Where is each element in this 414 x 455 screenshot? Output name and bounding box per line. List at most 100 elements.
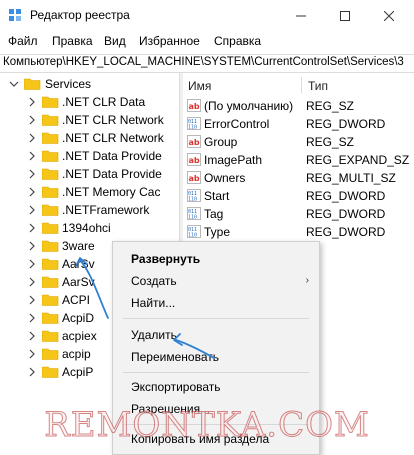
folder-icon	[42, 276, 59, 288]
tree-item[interactable]: .NET CLR Data	[0, 93, 178, 111]
string-value-icon: ab	[187, 153, 201, 166]
menu-bar: Файл Правка Вид Избранное Справка	[0, 31, 414, 51]
tree-item-label: AcpiD	[62, 311, 95, 325]
chevron-right-icon[interactable]	[27, 330, 37, 342]
chevron-right-icon[interactable]	[27, 204, 37, 216]
binary-value-icon: 011110	[187, 189, 201, 202]
menu-edit[interactable]: Правка	[52, 34, 93, 48]
tree-item-label: 3ware	[62, 239, 95, 253]
chevron-right-icon[interactable]	[27, 96, 37, 108]
chevron-right-icon[interactable]	[27, 132, 37, 144]
value-name: Group	[204, 135, 238, 149]
context-menu: Развернуть Создать › Найти... Удалить Пе…	[112, 241, 320, 455]
menu-file[interactable]: Файл	[8, 34, 38, 48]
svg-text:110: 110	[188, 215, 197, 221]
chevron-right-icon[interactable]	[27, 150, 37, 162]
tree-item[interactable]: .NET Memory Cac	[0, 183, 178, 201]
tree-item[interactable]: .NET CLR Network	[0, 129, 178, 147]
svg-text:110: 110	[188, 125, 197, 131]
chevron-right-icon[interactable]	[27, 186, 37, 198]
tree-item-label: 1394ohci	[62, 221, 111, 235]
context-menu-expand[interactable]: Развернуть	[131, 252, 200, 266]
tree-item[interactable]: .NET Data Provide	[0, 147, 178, 165]
context-menu-find[interactable]: Найти...	[131, 296, 175, 310]
column-header-type[interactable]: Тип	[308, 79, 328, 93]
table-row[interactable]: ab (По умолчанию) REG_SZ	[183, 97, 414, 115]
registry-editor-app-icon	[9, 9, 21, 21]
value-type: REG_DWORD	[306, 117, 386, 131]
value-name: Type	[204, 225, 231, 239]
column-divider[interactable]	[301, 77, 302, 93]
folder-icon	[42, 204, 59, 216]
close-button[interactable]	[366, 0, 412, 30]
chevron-right-icon[interactable]	[27, 222, 37, 234]
tree-item-label: .NET CLR Network	[62, 113, 164, 127]
value-name: (По умолчанию)	[204, 99, 294, 113]
tree-item-label: acpiex	[62, 329, 97, 343]
context-menu-rename[interactable]: Переименовать	[131, 350, 219, 364]
folder-icon	[42, 186, 59, 198]
string-value-icon: ab	[187, 135, 201, 148]
context-menu-permissions[interactable]: Разрешения...	[131, 402, 210, 416]
chevron-right-icon[interactable]	[27, 114, 37, 126]
context-menu-create[interactable]: Создать	[131, 274, 177, 288]
table-row[interactable]: ab ImagePath REG_EXPAND_SZ	[183, 151, 414, 169]
chevron-right-icon[interactable]	[27, 258, 37, 270]
chevron-right-icon[interactable]	[27, 348, 37, 360]
chevron-right-icon[interactable]	[27, 168, 37, 180]
svg-text:ab: ab	[189, 156, 200, 165]
context-menu-delete[interactable]: Удалить	[131, 328, 177, 342]
folder-icon	[42, 330, 59, 342]
chevron-right-icon[interactable]	[27, 276, 37, 288]
maximize-button[interactable]	[322, 0, 368, 30]
menu-favorites[interactable]: Избранное	[139, 34, 200, 48]
table-row[interactable]: 011 110 ErrorControl REG_DWORD	[183, 115, 414, 133]
svg-text:110: 110	[188, 233, 197, 239]
svg-text:ab: ab	[189, 174, 200, 183]
table-row[interactable]: ab Owners REG_MULTI_SZ	[183, 169, 414, 187]
menu-help[interactable]: Справка	[214, 34, 261, 48]
value-type: REG_MULTI_SZ	[306, 171, 396, 185]
tree-item[interactable]: 1394ohci	[0, 219, 178, 237]
tree-item-label: .NETFramework	[62, 203, 150, 217]
address-bar[interactable]: Компьютер\HKEY_LOCAL_MACHINE\SYSTEM\Curr…	[0, 54, 414, 73]
value-type: REG_DWORD	[306, 189, 386, 203]
tree-item[interactable]: .NETFramework	[0, 201, 178, 219]
chevron-right-icon[interactable]	[27, 240, 37, 252]
tree-item-label: .NET CLR Network	[62, 131, 164, 145]
table-row[interactable]: 011 110 Start REG_DWORD	[183, 187, 414, 205]
tree-item-services[interactable]: Services	[0, 75, 178, 93]
table-row[interactable]: 011 110 Type REG_DWORD	[183, 223, 414, 241]
tree-item-label: AcpiP	[62, 365, 94, 379]
folder-icon	[42, 222, 59, 234]
tree-item-label: .NET Data Provide	[62, 167, 162, 181]
context-menu-export[interactable]: Экспортировать	[131, 380, 221, 394]
column-header-name[interactable]: Имя	[188, 79, 211, 93]
chevron-right-icon[interactable]	[27, 366, 37, 378]
tree-item[interactable]: .NET Data Provide	[0, 165, 178, 183]
folder-open-icon	[24, 78, 41, 90]
submenu-arrow-icon: ›	[305, 275, 309, 286]
tree-item-label: Services	[45, 77, 92, 91]
minimize-icon	[296, 15, 306, 17]
minimize-button[interactable]	[278, 0, 324, 30]
context-menu-copy-key-name[interactable]: Копировать имя раздела	[131, 432, 269, 446]
folder-icon	[42, 294, 59, 306]
menu-separator	[123, 372, 309, 373]
table-row[interactable]: 011 110 Tag REG_DWORD	[183, 205, 414, 223]
svg-text:ab: ab	[189, 102, 200, 111]
folder-icon	[42, 312, 59, 324]
chevron-right-icon[interactable]	[27, 312, 37, 324]
chevron-right-icon[interactable]	[27, 294, 37, 306]
value-type: REG_DWORD	[306, 207, 386, 221]
chevron-down-icon[interactable]	[9, 78, 19, 90]
value-type: REG_SZ	[306, 99, 355, 113]
tree-item[interactable]: .NET CLR Network	[0, 111, 178, 129]
table-row[interactable]: ab Group REG_SZ	[183, 133, 414, 151]
svg-text:110: 110	[188, 197, 197, 203]
tree-item-label: AarSv	[62, 257, 95, 271]
value-name: ImagePath	[204, 153, 263, 167]
menu-separator	[123, 318, 309, 319]
value-name: ErrorControl	[204, 117, 270, 131]
menu-view[interactable]: Вид	[104, 34, 126, 48]
